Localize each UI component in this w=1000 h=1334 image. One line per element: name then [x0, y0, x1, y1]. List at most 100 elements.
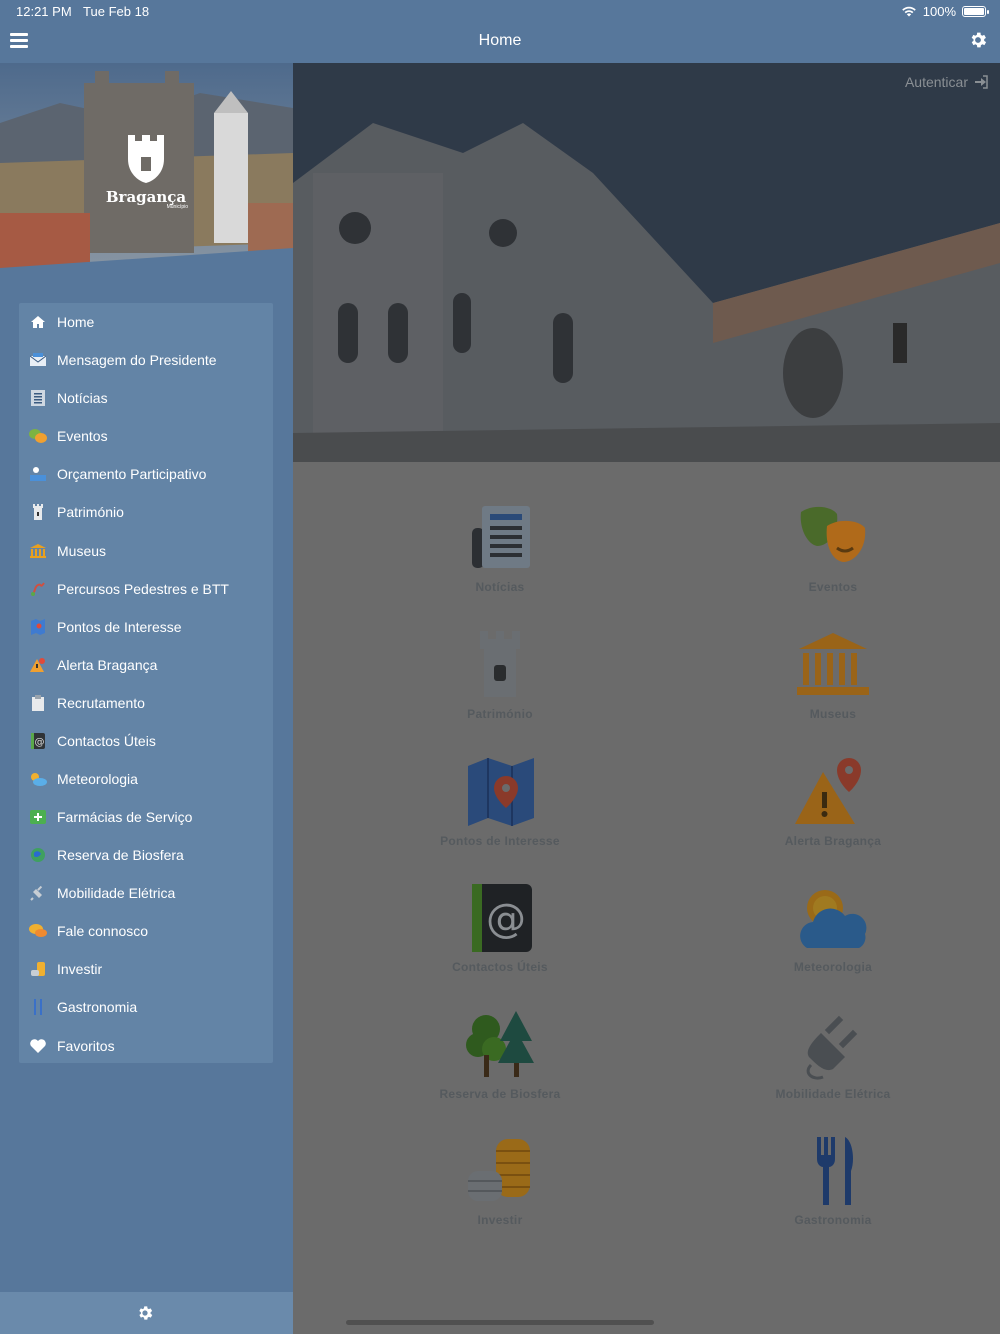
plug-icon — [29, 884, 47, 902]
sidebar-item-label: Home — [57, 314, 95, 331]
sidebar-footer — [0, 1292, 293, 1334]
house-icon — [29, 313, 47, 331]
tile-noticias[interactable]: Notícias — [350, 498, 650, 608]
svg-text:@: @ — [486, 896, 526, 942]
cutlery-icon — [817, 1137, 853, 1205]
sidebar-item-mensagem[interactable]: Mensagem do Presidente — [19, 341, 273, 379]
sidebar-item-label: Fale connosco — [57, 923, 149, 940]
museum-icon — [797, 633, 869, 695]
brand-logo: Bragança Município — [104, 133, 188, 210]
tile-contactos[interactable]: @ Contactos Úteis — [350, 878, 650, 988]
sidebar-item-favoritos[interactable]: Favoritos — [19, 1026, 273, 1064]
sidebar-item-label: Pontos de Interesse — [57, 618, 182, 635]
tile-label: Património — [467, 707, 533, 721]
tile-label: Museus — [809, 707, 857, 721]
sidebar-item-label: Orçamento Participativo — [57, 466, 207, 483]
tile-mobilidade[interactable]: Mobilidade Elétrica — [683, 1005, 983, 1115]
sidebar-item-label: Eventos — [57, 428, 108, 445]
settings-gear-icon[interactable] — [968, 30, 988, 50]
sidebar-item-label: Meteorologia — [57, 770, 138, 787]
sidebar-item-pontos[interactable]: Pontos de Interesse — [19, 608, 273, 646]
wifi-icon — [901, 6, 916, 17]
castle-shield-icon — [128, 135, 164, 183]
biosphere-icon — [29, 846, 47, 864]
sidebar-item-label: Recrutamento — [57, 694, 145, 711]
status-time: 12:21 PM — [16, 4, 72, 19]
sidebar-item-label: Mensagem do Presidente — [57, 352, 217, 369]
tile-eventos[interactable]: Eventos — [683, 498, 983, 608]
tile-patrimonio[interactable]: Património — [350, 625, 650, 735]
alert-icon — [795, 758, 861, 824]
sidebar-item-label: Farmácias de Serviço — [57, 809, 193, 826]
login-label: Autenticar — [904, 74, 968, 90]
tile-meteorologia[interactable]: Meteorologia — [683, 878, 983, 988]
sidebar-item-farmacias[interactable]: Farmácias de Serviço — [19, 798, 273, 836]
clipboard-icon — [29, 694, 47, 712]
sidebar-item-fale[interactable]: Fale connosco — [19, 912, 273, 950]
sidebar-item-museus[interactable]: Museus — [19, 531, 273, 569]
main-content: Autenticar Notícias Eventos Património M… — [293, 63, 1000, 1334]
tile-label: Mobilidade Elétrica — [775, 1087, 891, 1101]
status-time-date: 12:21 PM Tue Feb 18 — [16, 4, 157, 19]
contacts-icon: @ — [29, 732, 47, 750]
sidebar-item-label: Alerta Bragança — [57, 656, 158, 673]
heart-icon — [29, 1037, 47, 1055]
sidebar-item-mobilidade[interactable]: Mobilidade Elétrica — [19, 874, 273, 912]
battery-percent: 100% — [922, 4, 956, 19]
pharmacy-icon — [29, 808, 47, 826]
tower-icon — [29, 503, 47, 521]
page-title: Home — [478, 32, 522, 49]
plug-icon — [806, 1015, 858, 1080]
tower-icon — [480, 631, 520, 697]
tile-pontos[interactable]: Pontos de Interesse — [350, 752, 650, 862]
sidebar-item-home[interactable]: Home — [19, 303, 273, 341]
sidebar-item-percursos[interactable]: Percursos Pedestres e BTT — [19, 570, 273, 608]
tile-alerta[interactable]: Alerta Bragança — [683, 752, 983, 862]
contacts-icon: @ — [472, 884, 532, 952]
sidebar-item-label: Mobilidade Elétrica — [57, 885, 176, 902]
sidebar-settings-gear-icon[interactable] — [136, 1304, 154, 1322]
battery-icon — [962, 6, 989, 17]
tile-investir[interactable]: Investir — [350, 1131, 650, 1241]
sidebar-item-label: Museus — [57, 542, 107, 559]
tile-museus[interactable]: Museus — [683, 625, 983, 735]
tile-gastronomia[interactable]: Gastronomia — [683, 1131, 983, 1241]
tile-label: Investir — [477, 1213, 523, 1227]
chat-icon — [29, 922, 47, 940]
sidebar-item-noticias[interactable]: Notícias — [19, 379, 273, 417]
sidebar-item-biosfera[interactable]: Reserva de Biosfera — [19, 836, 273, 874]
tile-label: Pontos de Interesse — [440, 834, 560, 848]
sidebar-item-investir[interactable]: Investir — [19, 950, 273, 988]
tile-label: Eventos — [808, 580, 858, 594]
tile-label: Gastronomia — [794, 1213, 872, 1227]
top-bar: Home — [0, 22, 1000, 63]
sidebar-item-contactos[interactable]: @ Contactos Úteis — [19, 722, 273, 760]
home-indicator[interactable] — [346, 1320, 654, 1325]
tile-label: Alerta Bragança — [784, 834, 882, 848]
sidebar-item-recrutamento[interactable]: Recrutamento — [19, 684, 273, 722]
sign-in-icon — [975, 75, 988, 89]
sidebar-item-label: Favoritos — [57, 1037, 115, 1054]
svg-text:@: @ — [35, 737, 45, 748]
sidebar-item-gastronomia[interactable]: Gastronomia — [19, 988, 273, 1026]
trail-icon — [29, 580, 47, 598]
tile-biosfera[interactable]: Reserva de Biosfera — [350, 1005, 650, 1115]
newspaper-icon — [29, 389, 47, 407]
sidebar-item-orcamento[interactable]: Orçamento Participativo — [19, 455, 273, 493]
alert-icon — [29, 656, 47, 674]
sidebar-item-meteorologia[interactable]: Meteorologia — [19, 760, 273, 798]
login-link[interactable]: Autenticar — [905, 74, 988, 90]
sidebar-item-patrimonio[interactable]: Património — [19, 493, 273, 531]
map-pin-icon — [29, 618, 47, 636]
newspaper-icon — [472, 506, 530, 568]
status-indicators: 100% — [901, 4, 989, 19]
cathedral-photo — [293, 63, 1000, 462]
sidebar-item-label: Gastronomia — [57, 999, 138, 1016]
sidebar-item-label: Património — [57, 504, 124, 521]
weather-icon — [29, 770, 47, 788]
status-bar: 12:21 PM Tue Feb 18 100% — [0, 0, 1000, 22]
sidebar-item-alerta[interactable]: Alerta Bragança — [19, 646, 273, 684]
museum-icon — [29, 542, 47, 560]
sidebar-item-label: Contactos Úteis — [57, 732, 156, 749]
sidebar-item-eventos[interactable]: Eventos — [19, 417, 273, 455]
